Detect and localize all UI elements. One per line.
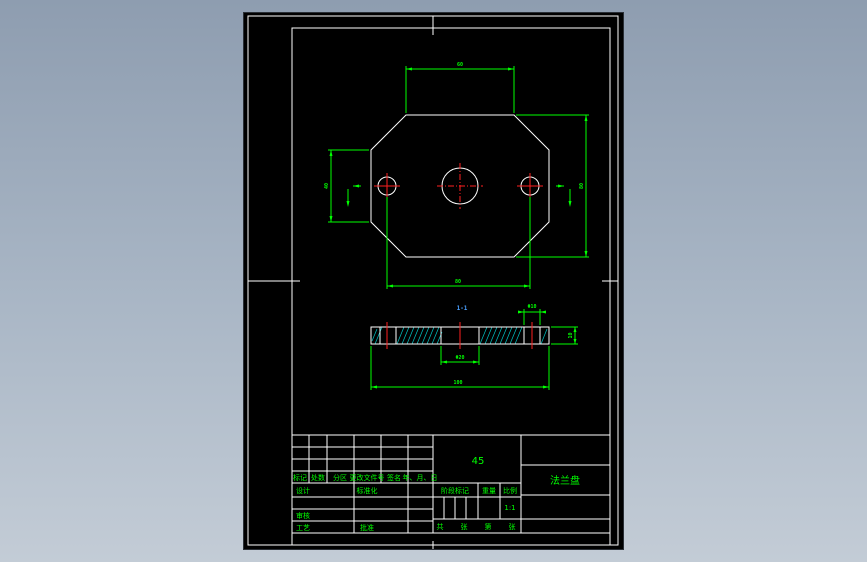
material-value: 45 — [472, 456, 485, 467]
label-scale: 比例 — [503, 486, 517, 495]
dim-hole-dia: Φ10 — [518, 304, 546, 325]
scale-value: 1:1 — [504, 504, 515, 512]
section-arrow-left — [346, 184, 361, 207]
label-sheets-unit1: 张 — [461, 522, 468, 531]
dim-text-bore-dia: Φ20 — [455, 355, 464, 361]
drawing-sheet[interactable]: 60 40 80 80 1-1 Φ10 10 Φ20 100 45 法兰盘 标记… — [244, 13, 623, 549]
dim-text-bottom-width: 80 — [455, 279, 461, 285]
label-stage: 阶段标记 — [441, 486, 469, 495]
label-design: 设计 — [296, 486, 310, 495]
label-standardize: 标准化 — [357, 486, 378, 495]
dim-overall-length: 100 — [370, 346, 550, 390]
label-approve: 批准 — [360, 523, 374, 532]
label-signature: 签名 — [387, 473, 401, 482]
dim-thickness: 10 — [551, 326, 578, 345]
dim-text-hole-dia: Φ10 — [527, 304, 536, 310]
dim-text-left-height: 40 — [324, 183, 330, 189]
label-date: 年、月、日 — [403, 473, 438, 482]
section-arrow-right — [556, 184, 572, 207]
label-weight: 重量 — [482, 487, 496, 495]
cad-drawing: 60 40 80 80 1-1 Φ10 10 Φ20 100 45 法兰盘 标记… — [247, 15, 619, 549]
label-count: 处数 — [311, 473, 325, 482]
dim-text-thickness: 10 — [568, 332, 574, 338]
dim-top-width: 60 — [405, 62, 515, 113]
label-sheets-unit2: 张 — [509, 522, 516, 531]
label-doc-no: 更改文件号 — [350, 473, 385, 482]
section-label: 1-1 — [457, 305, 468, 312]
label-zone: 分区 — [333, 473, 347, 482]
dim-text-right-height: 80 — [579, 183, 585, 189]
dim-left-height: 40 — [324, 149, 369, 223]
part-name: 法兰盘 — [550, 474, 580, 487]
label-review: 审核 — [296, 511, 310, 520]
label-mark: 标记 — [293, 473, 307, 482]
dim-text-top-width: 60 — [457, 62, 463, 68]
label-sheets-total: 共 — [437, 522, 444, 531]
label-sheets-no: 第 — [485, 522, 492, 531]
dim-text-overall-length: 100 — [453, 380, 462, 386]
dim-bottom-width: 80 — [386, 197, 531, 289]
label-process: 工艺 — [296, 524, 310, 532]
section-view — [370, 322, 550, 349]
